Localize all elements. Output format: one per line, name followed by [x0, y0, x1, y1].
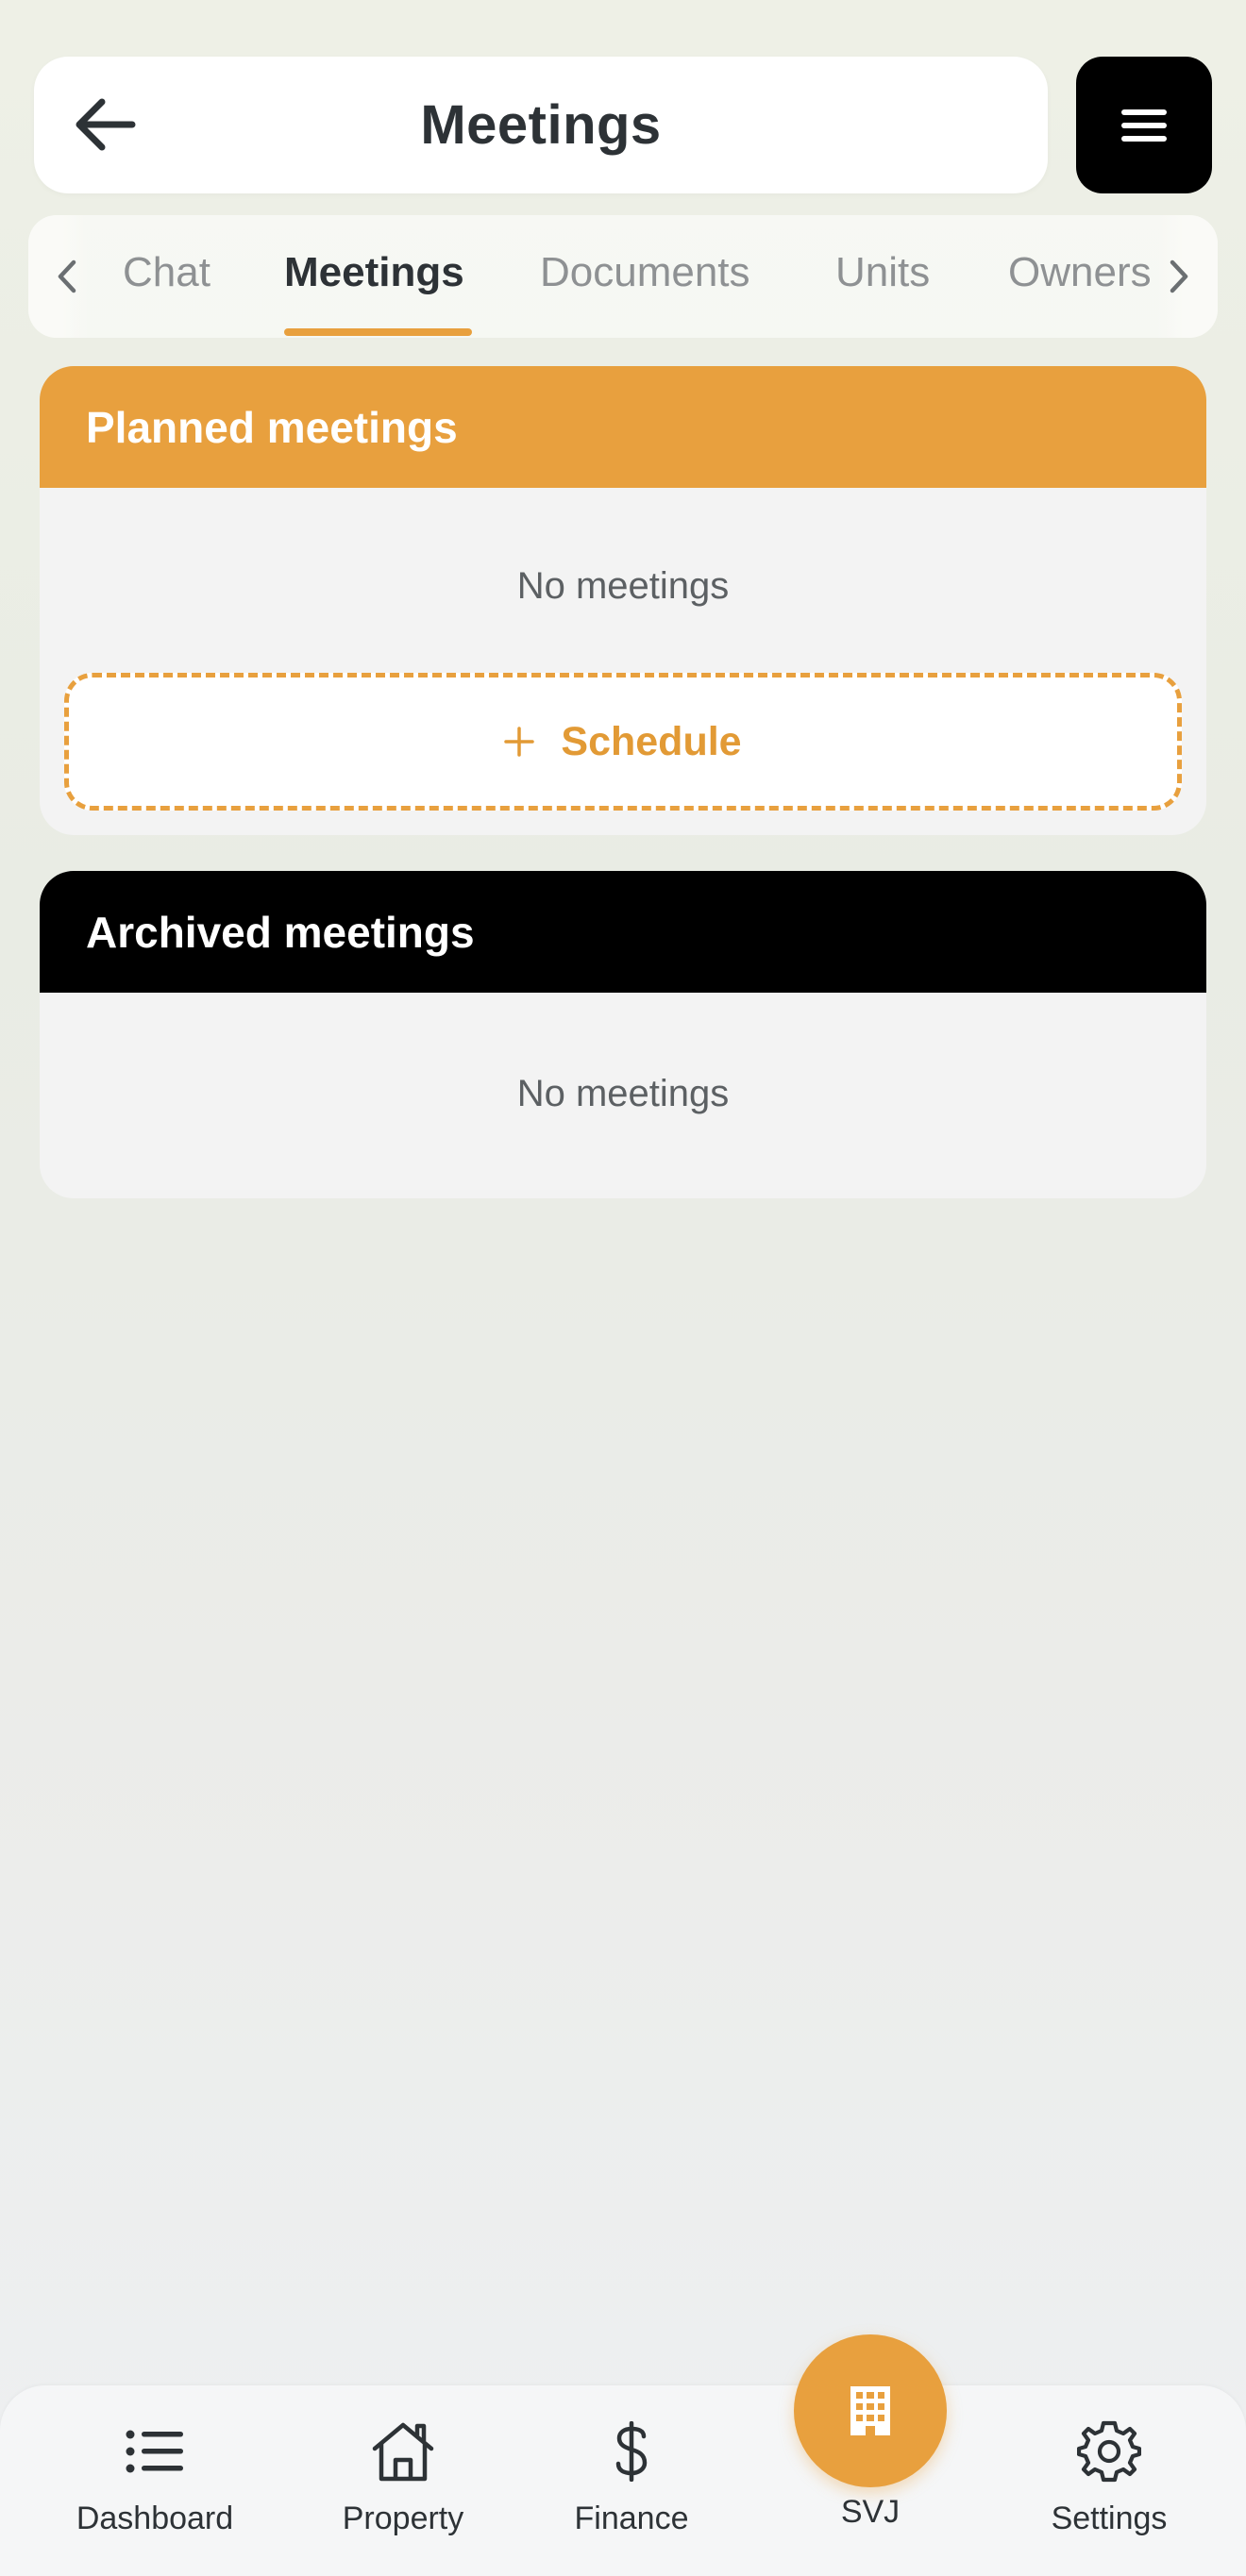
plus-icon: [504, 727, 535, 757]
bottom-navigation: Dashboard Property Finance Settings: [0, 2385, 1246, 2576]
tab-documents[interactable]: Documents: [540, 249, 750, 296]
nav-property-label: Property: [342, 2501, 464, 2536]
gear-icon: [1077, 2420, 1141, 2483]
tab-meetings[interactable]: Meetings: [284, 249, 464, 296]
nav-dashboard[interactable]: Dashboard: [60, 2414, 249, 2537]
nav-dashboard-label: Dashboard: [76, 2501, 234, 2536]
tab-units[interactable]: Units: [835, 249, 930, 296]
dollar-icon: [615, 2421, 648, 2482]
nav-settings-label: Settings: [1051, 2501, 1168, 2536]
tab-bar: s Chat Meetings Documents Units Owners: [28, 215, 1218, 338]
nav-finance[interactable]: Finance: [537, 2414, 726, 2537]
tab-owners[interactable]: Owners: [1008, 249, 1152, 296]
header-bar: Meetings: [34, 57, 1048, 193]
schedule-label: Schedule: [561, 718, 742, 764]
tabs-scroll-left-button[interactable]: [28, 215, 89, 338]
arrow-left-icon: [76, 98, 136, 151]
home-icon: [372, 2422, 434, 2482]
page-title: Meetings: [420, 94, 662, 156]
nav-property[interactable]: Property: [309, 2414, 497, 2537]
archived-meetings-title: Archived meetings: [40, 871, 1206, 993]
active-tab-indicator: [284, 328, 472, 336]
nav-svj-label: SVJ: [840, 2494, 901, 2530]
nav-svj-button[interactable]: [794, 2334, 947, 2487]
nav-settings[interactable]: Settings: [1015, 2414, 1204, 2537]
hamburger-icon: [1121, 109, 1167, 142]
archived-meetings-card: Archived meetings No meetings: [40, 871, 1206, 1198]
archived-empty-text: No meetings: [516, 1073, 730, 1114]
chevron-left-icon: [58, 259, 76, 293]
planned-empty-text: No meetings: [516, 565, 730, 607]
menu-button[interactable]: [1076, 57, 1212, 193]
list-icon: [126, 2430, 183, 2473]
back-button[interactable]: [68, 91, 143, 159]
schedule-button[interactable]: Schedule: [64, 673, 1182, 811]
chevron-right-icon: [1170, 259, 1188, 293]
nav-finance-label: Finance: [574, 2501, 689, 2536]
planned-meetings-card: Planned meetings No meetings Schedule: [40, 366, 1206, 835]
planned-meetings-title: Planned meetings: [40, 366, 1206, 488]
tab-chat[interactable]: Chat: [123, 249, 210, 296]
tabs-scroll-right-button[interactable]: [1157, 215, 1218, 338]
building-icon: [850, 2386, 890, 2435]
tab-track: s Chat Meetings Documents Units Owners: [28, 215, 1218, 338]
